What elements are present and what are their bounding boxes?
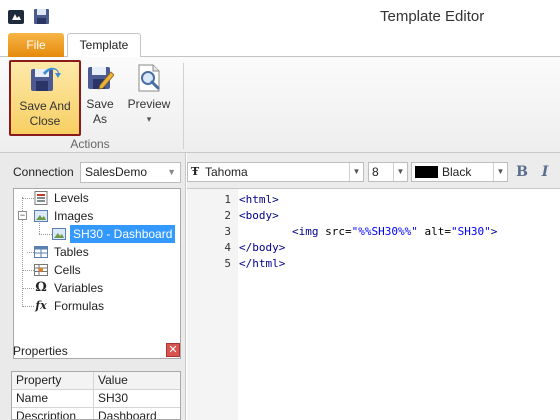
tree-connector xyxy=(27,252,34,253)
tab-file[interactable]: File xyxy=(8,33,64,57)
chevron-down-icon[interactable]: ▼ xyxy=(349,163,363,181)
connection-select[interactable]: SalesDemo ▼ xyxy=(80,162,181,183)
properties-grid: Property Value Name SH30 Description Das… xyxy=(11,371,181,420)
line-number: 4 xyxy=(224,241,231,254)
code-text[interactable]: <html> xyxy=(239,192,279,208)
tab-template[interactable]: Template xyxy=(67,33,141,58)
color-swatch xyxy=(415,166,438,178)
font-select[interactable]: Ŧ Tahoma ▼ xyxy=(187,162,364,182)
save-as-button[interactable]: Save As xyxy=(84,60,116,136)
code-text[interactable]: </body> xyxy=(239,240,285,256)
connection-label: Connection xyxy=(13,165,74,179)
save-and-close-label-line1: Save And xyxy=(19,99,71,113)
connection-value: SalesDemo xyxy=(85,165,148,179)
chevron-down-icon[interactable]: ▼ xyxy=(493,163,507,181)
tree-connector xyxy=(23,306,34,307)
properties-header-property: Property xyxy=(12,372,94,390)
ribbon-group-label: Actions xyxy=(70,137,110,151)
format-toolbar: Ŧ Tahoma ▼ 8 ▼ Black ▼ B I xyxy=(187,161,560,185)
line-number: 5 xyxy=(224,257,231,270)
code-token: alt= xyxy=(417,225,451,238)
line-number: 2 xyxy=(224,209,231,222)
save-as-icon xyxy=(88,67,114,90)
bold-button[interactable]: B xyxy=(514,162,530,182)
code-text[interactable]: </html> xyxy=(239,256,285,272)
omega-icon: Ω xyxy=(35,280,47,295)
ribbon-panel: Save And Close Save As Preview ▾ Actions xyxy=(0,57,560,153)
editor-area: Ŧ Tahoma ▼ 8 ▼ Black ▼ B I 1 <html> 2 <body… xyxy=(187,153,560,420)
image-icon xyxy=(34,210,48,222)
tree-connector xyxy=(39,223,40,234)
save-and-close-label-line2: Close xyxy=(29,114,61,128)
fx-icon: fx xyxy=(35,299,47,312)
properties-title: Properties xyxy=(13,344,68,358)
line-number: 3 xyxy=(224,225,231,238)
cells-icon xyxy=(34,264,48,276)
save-as-label-line1: Save xyxy=(86,97,114,111)
ribbon-group-divider xyxy=(183,63,184,149)
close-icon[interactable]: ✕ xyxy=(166,343,180,357)
image-icon xyxy=(52,228,66,240)
tree-expander[interactable]: − xyxy=(18,211,27,220)
code-token: </html> xyxy=(239,257,286,270)
tree-connector xyxy=(23,288,34,289)
font-name: Tahoma xyxy=(205,165,248,179)
properties-header-value: Value xyxy=(98,373,128,387)
chevron-down-icon[interactable]: ▼ xyxy=(167,163,176,182)
line-number: 1 xyxy=(224,193,231,206)
font-icon: Ŧ xyxy=(191,165,200,178)
property-value[interactable]: SH30 xyxy=(95,390,128,407)
properties-header-row: Property Value xyxy=(12,372,180,390)
property-name: Description xyxy=(12,408,94,419)
quick-save-icon[interactable] xyxy=(33,8,50,25)
property-value[interactable]: Dashboard xyxy=(95,408,157,419)
levels-icon xyxy=(34,191,48,205)
preview-button[interactable]: Preview ▾ xyxy=(124,60,174,136)
color-name: Black xyxy=(442,165,472,179)
tree-connector xyxy=(23,270,34,271)
font-size-select[interactable]: 8 ▼ xyxy=(368,162,408,182)
save-as-label-line2: As xyxy=(92,112,107,126)
code-token: src= xyxy=(318,225,352,238)
table-row[interactable]: Description Dashboard xyxy=(12,408,180,419)
font-size-value: 8 xyxy=(372,165,379,179)
chevron-down-icon[interactable]: ▼ xyxy=(393,163,407,181)
code-token: <img xyxy=(291,225,319,238)
font-color-select[interactable]: Black ▼ xyxy=(411,162,508,182)
preview-icon xyxy=(138,64,160,92)
code-text[interactable]: <img src="%%SH30%%" alt="SH30"> xyxy=(239,224,497,240)
code-token: </body> xyxy=(239,241,286,254)
property-name: Name xyxy=(12,390,94,408)
code-editor[interactable]: 1 <html> 2 <body> 3 <img src="%%SH30%%" alt=… xyxy=(187,188,560,420)
table-row[interactable]: Name SH30 xyxy=(12,390,180,408)
table-icon xyxy=(34,246,48,258)
object-tree: − Levels Images SH30 - Dashboard Tables … xyxy=(13,188,181,359)
chevron-down-icon[interactable]: ▾ xyxy=(124,112,174,127)
code-token: > xyxy=(490,225,498,238)
italic-button[interactable]: I xyxy=(537,162,553,182)
save-and-close-icon xyxy=(31,67,61,91)
title-bar: Template Editor xyxy=(0,0,560,33)
tree-connector xyxy=(39,234,52,235)
save-and-close-button[interactable]: Save And Close xyxy=(9,60,81,136)
code-token: "SH30" xyxy=(450,225,491,238)
app-icon[interactable] xyxy=(8,9,24,25)
ribbon-tab-row: File Template xyxy=(0,33,560,58)
preview-label: Preview xyxy=(127,97,171,111)
code-text[interactable]: <body> xyxy=(239,208,279,224)
code-token: <html> xyxy=(239,193,279,206)
code-token: "%%SH30%%" xyxy=(351,225,418,238)
left-pane: Connection SalesDemo ▼ − Levels Images S… xyxy=(0,153,186,420)
code-token: <body> xyxy=(239,209,279,222)
tree-connector xyxy=(23,198,34,199)
